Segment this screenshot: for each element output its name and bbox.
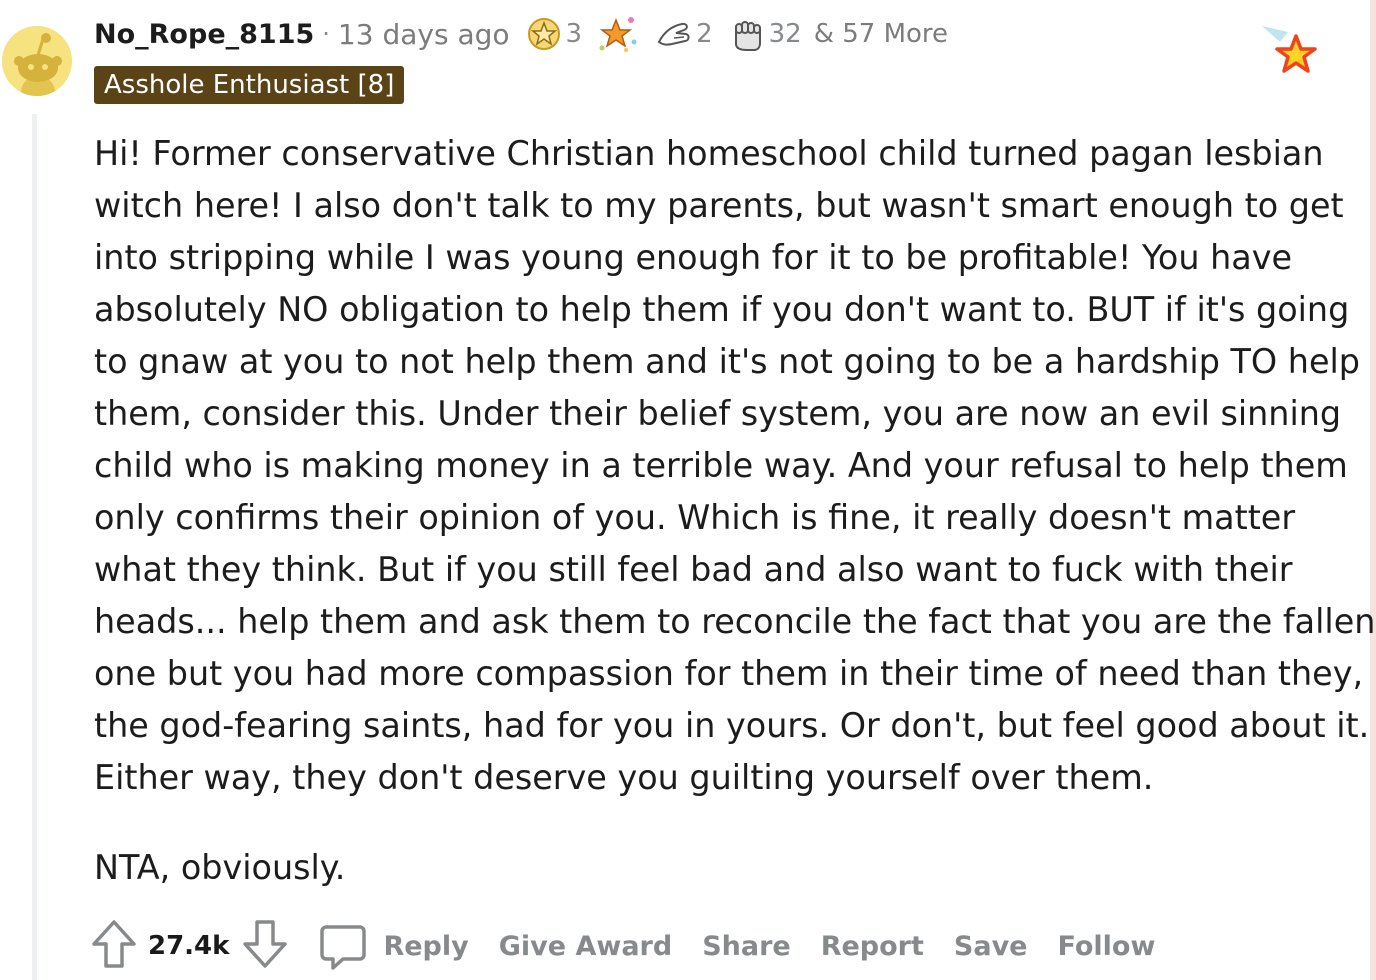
award-badge[interactable] bbox=[1258, 22, 1324, 86]
sparkle-award-icon bbox=[599, 17, 637, 52]
award-count: 3 bbox=[565, 19, 583, 49]
meta-separator: · bbox=[322, 20, 330, 48]
star-award-icon bbox=[527, 18, 560, 50]
more-awards-link[interactable]: & 57 More bbox=[814, 19, 948, 49]
comment-bubble-icon bbox=[320, 925, 367, 970]
user-flair: Asshole Enthusiast [8] bbox=[94, 66, 405, 104]
avatar[interactable] bbox=[2, 26, 72, 96]
report-button[interactable]: Report bbox=[821, 931, 924, 962]
comment-paragraph: NTA, obviously. bbox=[94, 848, 346, 887]
award-count: 2 bbox=[696, 19, 713, 49]
comment-header: No_Rope_8115 · 13 days ago 3 2 32 & 57 M… bbox=[94, 14, 948, 54]
thread-collapse-line[interactable] bbox=[32, 114, 37, 980]
award-star[interactable]: 3 bbox=[524, 14, 583, 54]
follow-button[interactable]: Follow bbox=[1057, 931, 1155, 962]
comment-paragraph: Hi! Former conservative Christian homesc… bbox=[94, 134, 1376, 797]
vote-count: 27.4k bbox=[148, 931, 230, 961]
award-count: 32 bbox=[768, 19, 802, 49]
star-badge-icon bbox=[1262, 26, 1317, 73]
hand-award-icon bbox=[657, 22, 690, 46]
reply-icon-button[interactable] bbox=[319, 921, 367, 971]
timestamp[interactable]: 13 days ago bbox=[338, 18, 510, 51]
upvote-arrow-icon bbox=[92, 920, 136, 968]
downvote-arrow-icon bbox=[243, 920, 288, 968]
comment-body: Hi! Former conservative Christian homesc… bbox=[94, 128, 1376, 894]
comment-action-bar: 27.4k Reply Give Award Share Report Save… bbox=[90, 918, 1155, 974]
username-link[interactable]: No_Rope_8115 bbox=[94, 19, 314, 50]
reply-button[interactable]: Reply bbox=[383, 931, 468, 962]
give-award-button[interactable]: Give Award bbox=[499, 931, 672, 962]
snoo-avatar-icon bbox=[2, 26, 72, 96]
upvote-button[interactable] bbox=[90, 918, 138, 974]
award-sparkle[interactable] bbox=[596, 12, 640, 56]
save-button[interactable]: Save bbox=[954, 931, 1028, 962]
share-button[interactable]: Share bbox=[702, 931, 791, 962]
award-hand[interactable]: 2 bbox=[654, 14, 713, 54]
fist-award-icon bbox=[734, 21, 761, 51]
downvote-button[interactable] bbox=[241, 918, 289, 974]
award-fist[interactable]: 32 bbox=[727, 14, 802, 54]
